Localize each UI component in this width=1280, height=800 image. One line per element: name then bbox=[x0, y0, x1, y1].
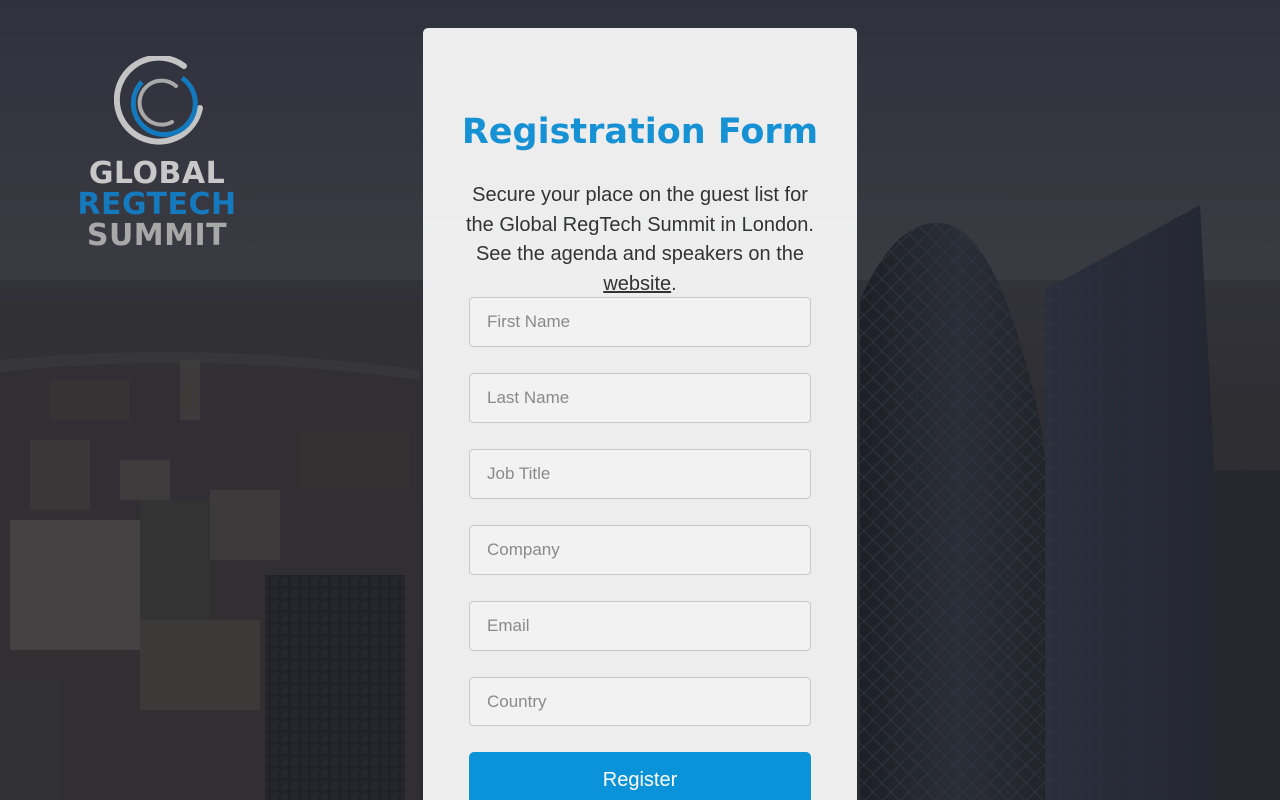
summit-logo[interactable]: GLOBAL REGTECH SUMMIT bbox=[72, 54, 242, 259]
description-text: Secure your place on the guest list for … bbox=[466, 184, 814, 265]
form-title: Registration Form bbox=[461, 112, 819, 152]
form-description: Secure your place on the guest list for … bbox=[463, 181, 817, 299]
logo-text-global: GLOBAL bbox=[88, 156, 226, 191]
description-end: . bbox=[671, 272, 677, 295]
last-name-input[interactable] bbox=[469, 373, 811, 423]
company-input[interactable] bbox=[469, 525, 811, 575]
logo-wordmark: GLOBAL REGTECH SUMMIT bbox=[72, 158, 242, 251]
register-button[interactable]: Register bbox=[469, 752, 811, 800]
registration-card: Registration Form Secure your place on t… bbox=[423, 28, 857, 800]
job-title-input[interactable] bbox=[469, 449, 811, 499]
email-input[interactable] bbox=[469, 601, 811, 651]
logo-text-regtech: REGTECH bbox=[77, 187, 237, 222]
ring-logo-icon bbox=[114, 56, 203, 145]
logo-text-summit: SUMMIT bbox=[86, 218, 228, 253]
website-link[interactable]: website bbox=[603, 273, 671, 295]
country-input[interactable] bbox=[469, 677, 811, 726]
first-name-input[interactable] bbox=[469, 297, 811, 347]
